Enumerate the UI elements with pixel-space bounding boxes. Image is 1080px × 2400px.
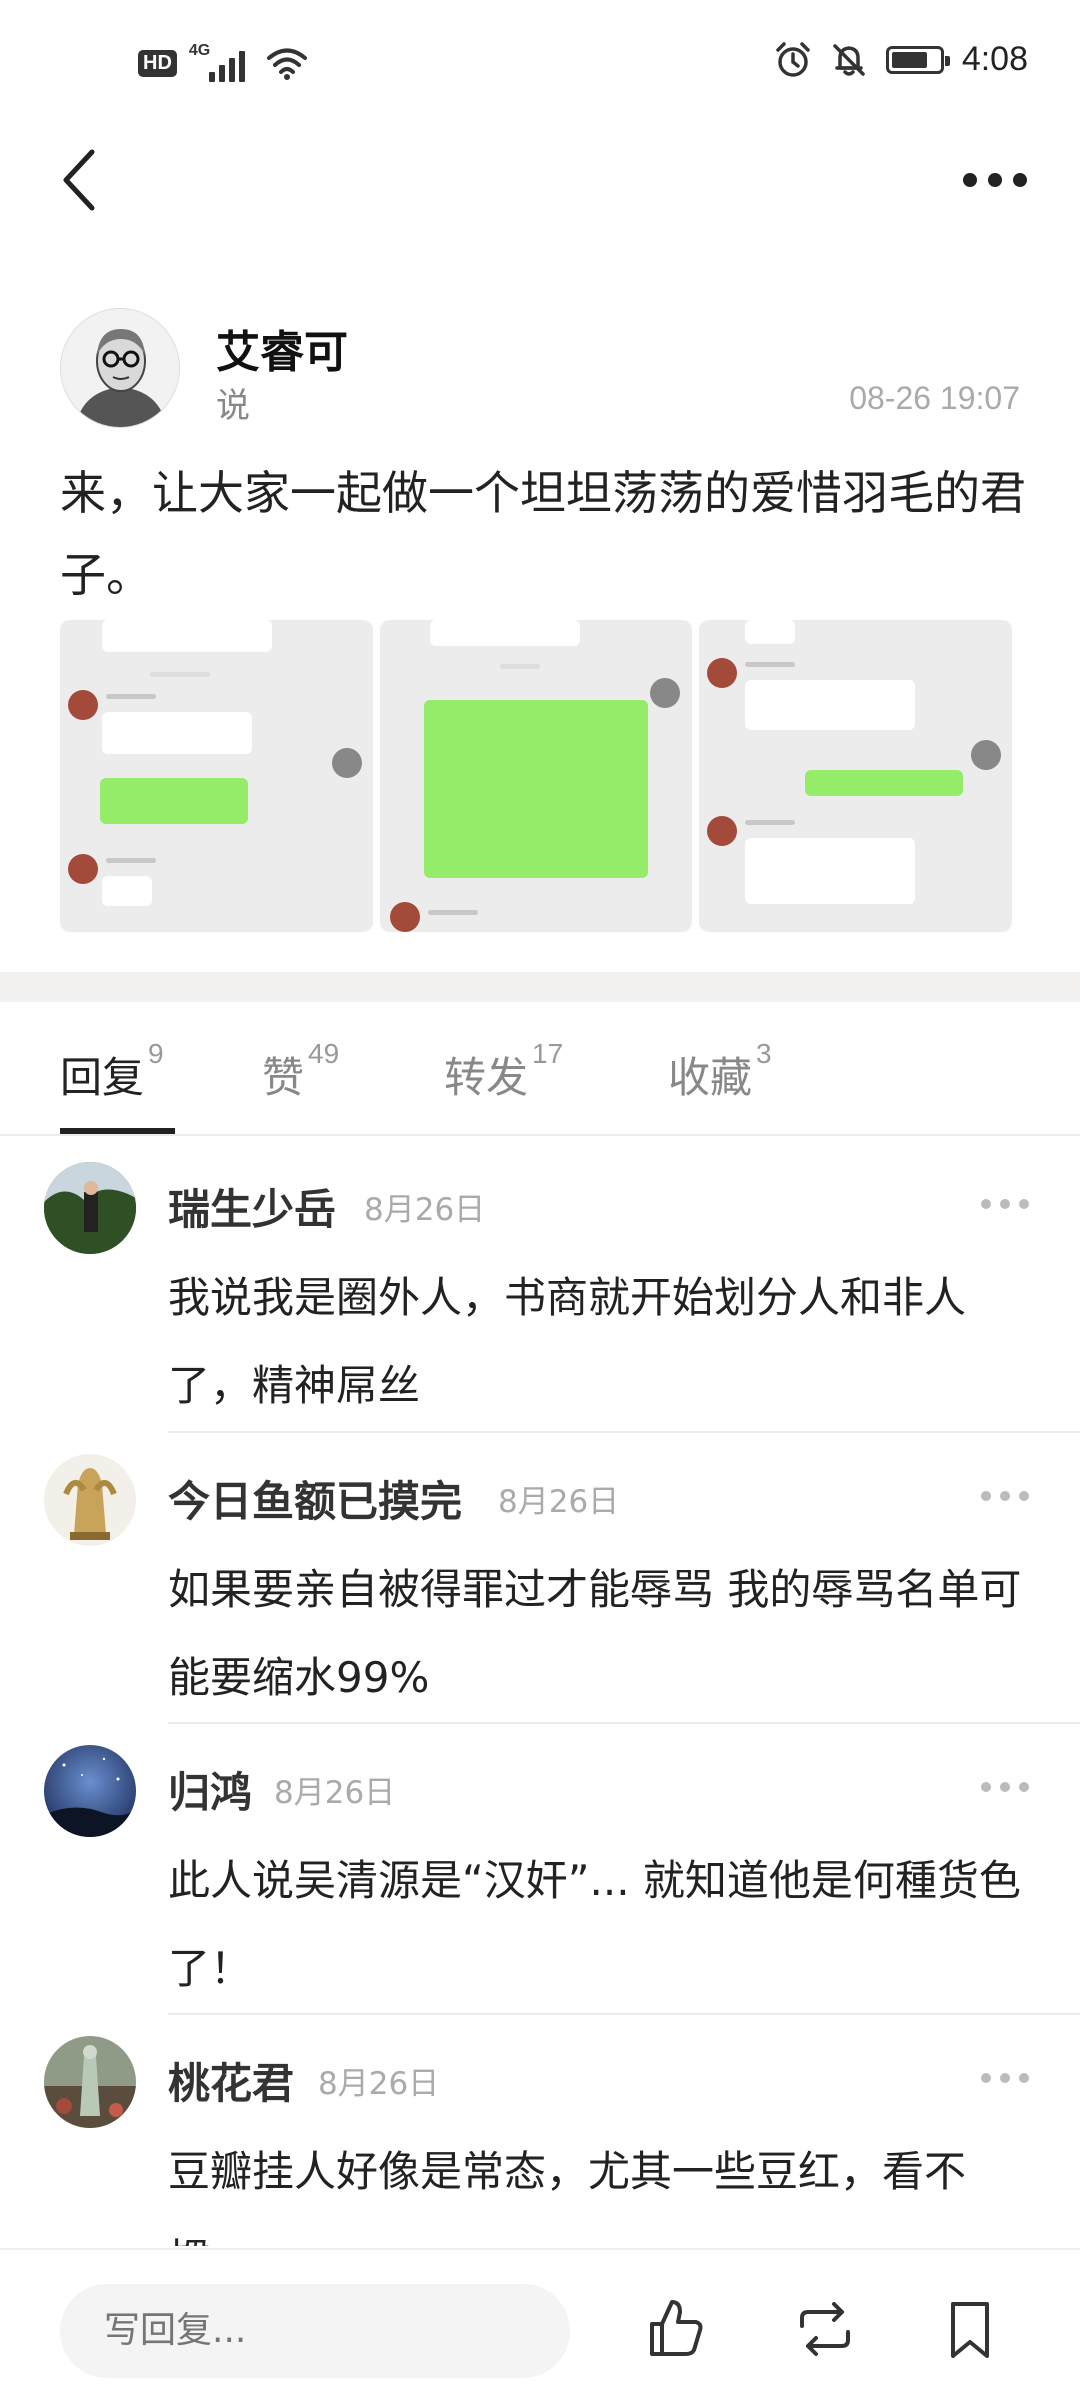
post-header: 艾睿可 说 08-26 19:07 [60,308,1020,428]
cellular-signal-icon: 4G [188,42,253,82]
interaction-tabs: 回复 9 赞 49 转发 17 收藏 3 [0,1002,1080,1136]
author-name[interactable]: 艾睿可 [216,316,348,380]
bottom-action-bar [0,2248,1080,2400]
repost-icon[interactable] [790,2294,860,2364]
post-image-3[interactable] [699,620,1013,932]
tab-replies[interactable]: 回复 9 [60,1038,164,1105]
hd-badge: HD [138,49,177,77]
post-timestamp: 08-26 19:07 [849,380,1020,416]
status-left: HD 4G [138,42,309,82]
bookmark-icon[interactable] [935,2294,1005,2364]
comment-text: 如果要亲自被得罪过才能辱骂 我的辱骂名单可能要缩水99% [168,1565,1022,1702]
comment-date: 8月26日 [318,2066,440,2102]
active-tab-indicator [60,1128,175,1134]
status-right: 4:08 [774,40,1028,79]
more-dots-icon[interactable] [978,2068,1032,2088]
alarm-icon [776,41,810,77]
reply-input[interactable] [60,2284,570,2378]
mute-bell-icon [833,43,865,76]
commenter-name[interactable]: 桃花君 [168,2050,294,2111]
comment-date: 8月26日 [364,1192,486,1228]
commenter-avatar[interactable] [44,1162,136,1254]
post-images [60,620,1013,932]
comment-date: 8月26日 [274,1775,396,1811]
top-bar [0,130,1080,230]
commenter-avatar[interactable] [44,1745,136,1837]
tab-reposts[interactable]: 转发 17 [444,1038,563,1105]
commenter-name[interactable]: 今日鱼额已摸完 [168,1468,462,1529]
comment-item: 桃花君 8月26日 豆瓣挂人好像是常态，尤其一些豆红，看不惯。 [0,2036,1080,2246]
comment-item: 瑞生少岳 8月26日 我说我是圈外人，书商就开始划分人和非人了，精神屌丝 [0,1162,1080,1432]
post-body: 来，让大家一起做一个坦坦荡荡的爱惜羽毛的君子。 [60,466,1026,602]
comment-date: 8月26日 [498,1484,620,1520]
thumbs-up-icon[interactable] [640,2294,710,2364]
author-avatar[interactable] [60,308,180,428]
commenter-name[interactable]: 瑞生少岳 [168,1176,336,1237]
comment-text: 此人说吴清源是“汉奸”... 就知道他是何種货色了！ [168,1856,1021,1993]
post-image-1[interactable] [60,620,373,932]
section-divider [0,972,1080,1002]
status-bar: HD 4G 4:08 [0,0,1080,120]
more-dots-icon[interactable] [978,1486,1032,1506]
more-dots-icon[interactable] [950,152,1040,208]
tab-likes[interactable]: 赞 49 [262,1038,339,1105]
comment-item: 归鸿 8月26日 此人说吴清源是“汉奸”... 就知道他是何種货色了！ [0,1745,1080,2015]
wifi-icon [266,48,307,80]
commenter-avatar[interactable] [44,1454,136,1546]
commenter-avatar[interactable] [44,2036,136,2128]
comment-separator [168,2013,1080,2015]
chevron-left-icon[interactable] [50,142,120,218]
tab-favorites[interactable]: 收藏 3 [668,1038,772,1105]
clock: 4:08 [961,40,1028,78]
battery-icon [885,45,950,74]
more-dots-icon[interactable] [978,1777,1032,1797]
more-dots-icon[interactable] [978,1194,1032,1214]
comment-item: 今日鱼额已摸完 8月26日 如果要亲自被得罪过才能辱骂 我的辱骂名单可能要缩水9… [0,1454,1080,1724]
comment-separator [168,1722,1080,1724]
author-action: 说 [216,386,250,426]
post-image-2[interactable] [379,620,693,932]
comment-text: 豆瓣挂人好像是常态，尤其一些豆红，看不惯。 [168,2147,967,2246]
comment-separator [168,1431,1080,1433]
network-type: 4G [188,42,211,59]
commenter-name[interactable]: 归鸿 [168,1759,252,1820]
comment-text: 我说我是圈外人，书商就开始划分人和非人了，精神屌丝 [168,1273,967,1410]
